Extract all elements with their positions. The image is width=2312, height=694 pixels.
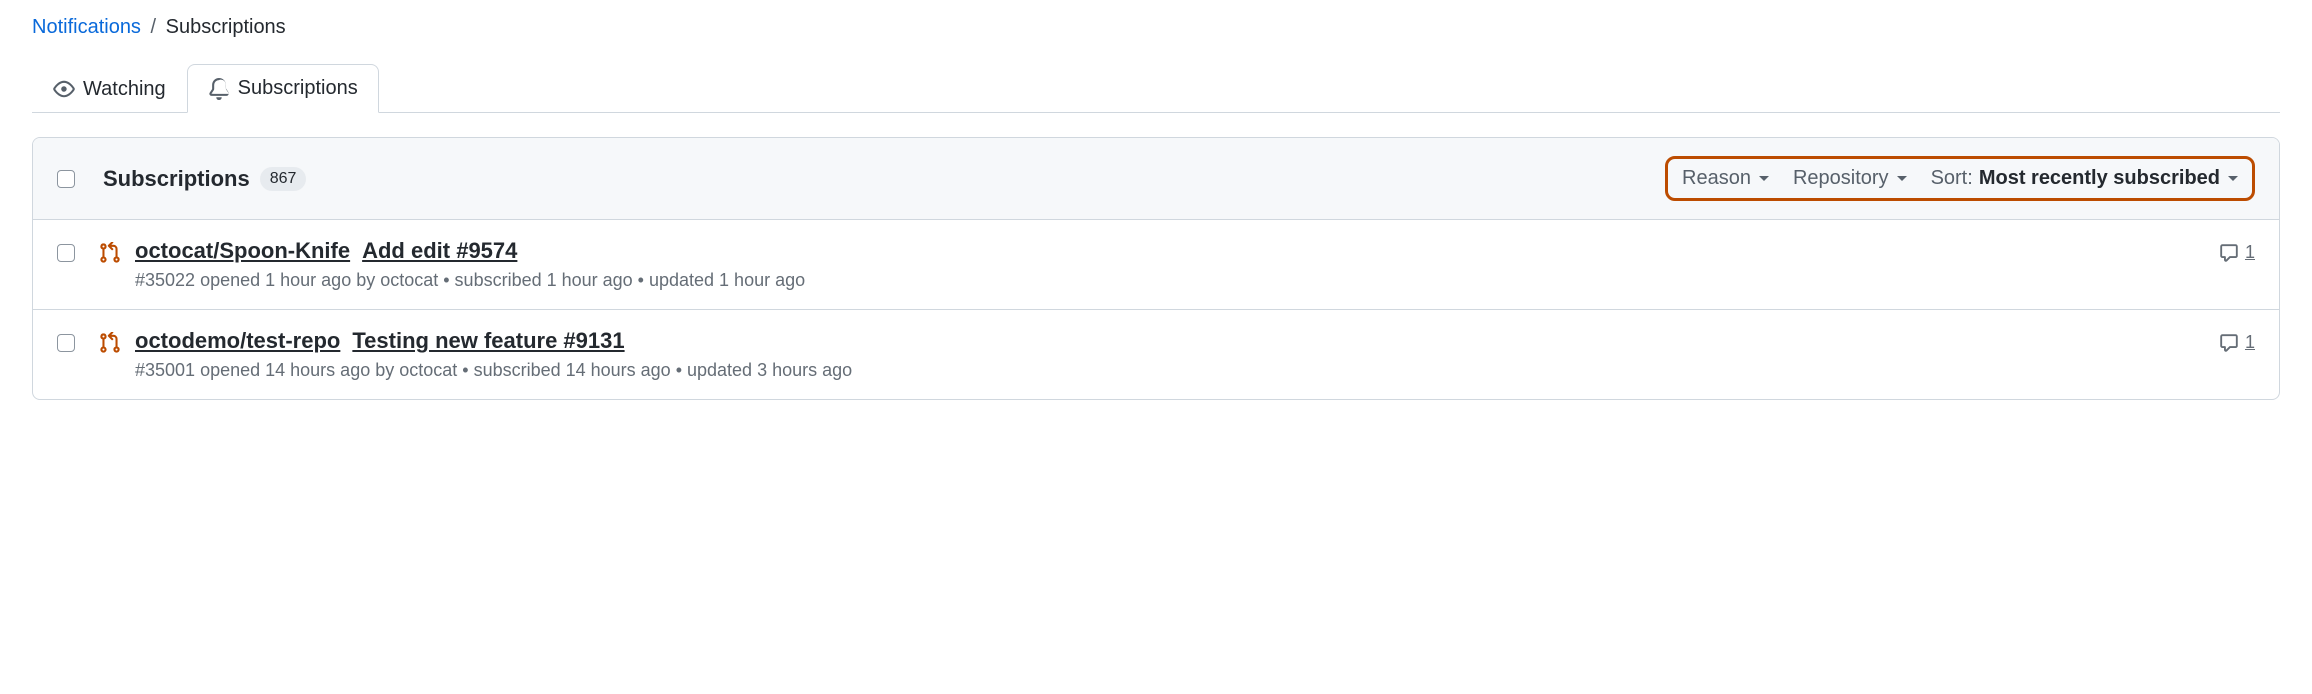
filter-sort[interactable]: Sort: Most recently subscribed bbox=[1931, 167, 2238, 190]
eye-icon bbox=[53, 78, 75, 100]
comments-link[interactable]: 1 bbox=[2219, 242, 2255, 263]
breadcrumb-current: Subscriptions bbox=[166, 16, 286, 38]
bell-icon bbox=[208, 78, 230, 100]
repo-link[interactable]: octocat/Spoon-Knife bbox=[135, 238, 350, 264]
box-header: Subscriptions 867 Reason Repository Sort… bbox=[33, 138, 2279, 220]
pull-request-icon bbox=[99, 332, 121, 357]
row-checkbox[interactable] bbox=[57, 244, 75, 262]
pull-request-icon bbox=[99, 242, 121, 267]
select-all-checkbox[interactable] bbox=[57, 170, 75, 188]
subscription-row: octodemo/test-repo Testing new feature #… bbox=[33, 310, 2279, 399]
tab-watching[interactable]: Watching bbox=[32, 64, 187, 113]
subscriptions-box: Subscriptions 867 Reason Repository Sort… bbox=[32, 137, 2280, 400]
issue-title-link[interactable]: Testing new feature #9131 bbox=[352, 328, 624, 354]
row-main: octodemo/test-repo Testing new feature #… bbox=[135, 328, 2219, 381]
comment-icon bbox=[2219, 243, 2239, 263]
header-title: Subscriptions bbox=[103, 166, 250, 192]
comments-count: 1 bbox=[2245, 332, 2255, 353]
row-meta: #35001 opened 14 hours ago by octocat • … bbox=[135, 360, 2219, 381]
repo-link[interactable]: octodemo/test-repo bbox=[135, 328, 340, 354]
caret-down-icon bbox=[1759, 176, 1769, 181]
filter-sort-value: Most recently subscribed bbox=[1979, 167, 2220, 190]
subscription-row: octocat/Spoon-Knife Add edit #9574 #3502… bbox=[33, 220, 2279, 310]
breadcrumb: Notifications / Subscriptions bbox=[32, 0, 2280, 47]
filter-sort-label: Sort: bbox=[1931, 167, 1973, 190]
row-checkbox[interactable] bbox=[57, 334, 75, 352]
row-title-line: octocat/Spoon-Knife Add edit #9574 bbox=[135, 238, 2219, 264]
caret-down-icon bbox=[2228, 176, 2238, 181]
comments-link[interactable]: 1 bbox=[2219, 332, 2255, 353]
breadcrumb-separator: / bbox=[151, 16, 157, 38]
header-title-wrap: Subscriptions 867 bbox=[103, 166, 1665, 192]
subscriptions-count: 867 bbox=[260, 167, 307, 191]
filter-reason[interactable]: Reason bbox=[1682, 167, 1769, 190]
tab-subscriptions-label: Subscriptions bbox=[238, 77, 358, 100]
caret-down-icon bbox=[1897, 176, 1907, 181]
comments-count: 1 bbox=[2245, 242, 2255, 263]
row-meta: #35022 opened 1 hour ago by octocat • su… bbox=[135, 270, 2219, 291]
comment-icon bbox=[2219, 333, 2239, 353]
tab-watching-label: Watching bbox=[83, 78, 166, 101]
tab-subscriptions[interactable]: Subscriptions bbox=[187, 64, 379, 113]
issue-title-link[interactable]: Add edit #9574 bbox=[362, 238, 517, 264]
row-main: octocat/Spoon-Knife Add edit #9574 #3502… bbox=[135, 238, 2219, 291]
filter-repository[interactable]: Repository bbox=[1793, 167, 1907, 190]
filter-reason-label: Reason bbox=[1682, 167, 1751, 190]
filters-group: Reason Repository Sort: Most recently su… bbox=[1665, 156, 2255, 201]
filter-repository-label: Repository bbox=[1793, 167, 1889, 190]
tab-nav: Watching Subscriptions bbox=[32, 63, 2280, 113]
row-title-line: octodemo/test-repo Testing new feature #… bbox=[135, 328, 2219, 354]
breadcrumb-parent-link[interactable]: Notifications bbox=[32, 16, 141, 38]
